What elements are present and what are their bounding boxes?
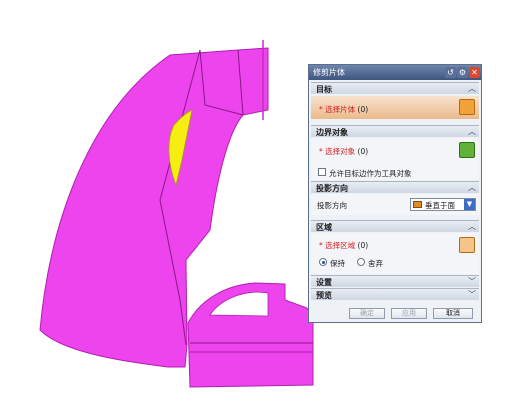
dropdown-value: 垂直于面: [425, 201, 455, 210]
section-settings-header[interactable]: 设置 ﹀: [311, 275, 479, 287]
select-region-icon[interactable]: [459, 237, 475, 253]
section-region-header[interactable]: 区域 ︿: [311, 220, 479, 232]
section-label: 设置: [316, 278, 332, 287]
projection-field-label: 投影方向: [317, 201, 347, 210]
select-object-label: * 选择对象 (0): [319, 146, 368, 157]
select-region-count: (0): [357, 241, 369, 250]
gear-icon[interactable]: ⚙: [457, 67, 468, 78]
allow-target-edges-label: 允许目标边作为工具对象: [329, 169, 412, 178]
projection-direction-dropdown[interactable]: 垂直于面 ▼: [410, 198, 476, 211]
select-sheet-text: * 选择片体: [319, 105, 356, 114]
boundary-body: * 选择对象 (0) 允许目标边作为工具对象: [311, 138, 479, 180]
section-preview-header[interactable]: 预览 ﹀: [311, 288, 479, 300]
chevron-up-icon: ︿: [468, 183, 476, 192]
chevron-down-icon[interactable]: ▼: [464, 199, 475, 210]
face-normal-icon: [413, 201, 422, 208]
region-body: * 选择区域 (0) 保持 舍弃: [311, 233, 479, 274]
section-target-header[interactable]: 目标 ︿: [311, 82, 479, 94]
section-label: 区域: [316, 223, 332, 232]
select-sheet-label: * 选择片体 (0): [319, 104, 368, 115]
chevron-up-icon: ︿: [468, 222, 476, 231]
select-sheet-count: (0): [357, 105, 369, 114]
dialog-titlebar[interactable]: 修剪片体 ↺ ⚙ ✕: [309, 65, 481, 80]
apply-button[interactable]: 应用: [391, 308, 427, 319]
dialog-title: 修剪片体: [313, 68, 345, 77]
reset-icon[interactable]: ↺: [445, 67, 456, 78]
select-region-label: * 选择区域 (0): [319, 240, 368, 251]
select-sheet-icon[interactable]: [459, 99, 475, 115]
section-label: 目标: [316, 85, 332, 94]
cancel-button[interactable]: 取消: [433, 308, 473, 319]
chevron-up-icon: ︿: [468, 84, 476, 93]
trim-sheet-dialog: 修剪片体 ↺ ⚙ ✕ 目标 ︿ * 选择片体 (0) 边界对象 ︿ * 选择对象…: [308, 64, 482, 323]
close-icon[interactable]: ✕: [469, 67, 480, 78]
section-boundary-header[interactable]: 边界对象 ︿: [311, 125, 479, 137]
chevron-down-icon: ﹀: [468, 277, 476, 286]
chevron-down-icon: ﹀: [468, 290, 476, 299]
select-object-count: (0): [357, 147, 369, 156]
crosshair-icon[interactable]: [459, 142, 475, 158]
chevron-up-icon: ︿: [468, 127, 476, 136]
allow-target-edges-checkbox[interactable]: [318, 168, 326, 176]
section-label: 投影方向: [316, 184, 348, 193]
discard-radio-label: 舍弃: [368, 259, 383, 268]
section-projection-header[interactable]: 投影方向 ︿: [311, 181, 479, 193]
discard-radio[interactable]: [357, 258, 365, 266]
keep-radio[interactable]: [319, 258, 327, 266]
section-label: 边界对象: [316, 128, 348, 137]
ok-button[interactable]: 确定: [349, 308, 385, 319]
section-label: 预览: [316, 291, 332, 300]
select-object-text: * 选择对象: [319, 147, 356, 156]
select-region-text: * 选择区域: [319, 241, 356, 250]
keep-radio-label: 保持: [330, 259, 345, 268]
select-sheet-row[interactable]: * 选择片体 (0): [311, 96, 479, 119]
